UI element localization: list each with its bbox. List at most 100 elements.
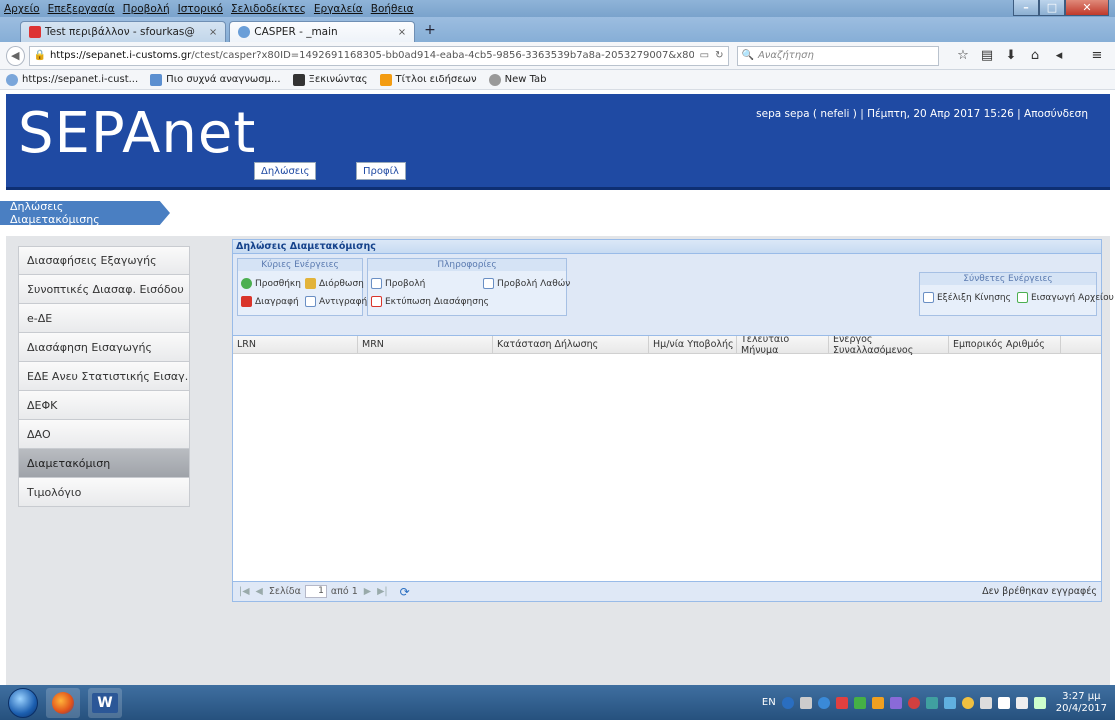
sidebar-item-invoice[interactable]: Τιμολόγιο: [18, 478, 190, 507]
add-icon: [241, 278, 252, 289]
menu-edit[interactable]: Επεξεργασία: [48, 3, 115, 15]
menu-bookmarks[interactable]: Σελιδοδείκτες: [231, 3, 306, 15]
download-icon[interactable]: ⬇: [999, 48, 1023, 63]
column-header-active-trader[interactable]: Ενεργός Συναλλασόμενος: [829, 334, 949, 356]
clock[interactable]: 3:27 μμ 20/4/2017: [1056, 691, 1107, 715]
view-button[interactable]: Προβολή: [371, 278, 425, 289]
breadcrumb[interactable]: Δηλώσεις Διαμετακόμισης: [0, 201, 170, 225]
sidebar-item-defk[interactable]: ΔΕΦΚ: [18, 391, 190, 420]
breadcrumb-bar: Δηλώσεις Διαμετακόμισης: [0, 198, 1115, 226]
tray-app-icon[interactable]: [961, 696, 974, 709]
column-header-commercial-number[interactable]: Εμπορικός Αριθμός: [949, 336, 1061, 353]
copy-button[interactable]: Αντιγραφή: [305, 296, 367, 307]
menu-tools[interactable]: Εργαλεία: [314, 3, 363, 15]
browser-menubar: Αρχείο Επεξεργασία Προβολή Ιστορικό Σελι…: [0, 0, 1115, 17]
refresh-icon[interactable]: ⟳: [400, 585, 410, 599]
language-indicator[interactable]: EN: [762, 697, 776, 708]
firefox-taskbar-button[interactable]: [46, 687, 80, 718]
sidebar-item-e-de[interactable]: e-ΔΕ: [18, 304, 190, 333]
delete-button[interactable]: Διαγραφή: [241, 296, 299, 307]
nav-profile-button[interactable]: Προφίλ: [356, 162, 406, 180]
tray-app-icon[interactable]: [889, 696, 902, 709]
star-icon[interactable]: ☆: [951, 48, 975, 63]
sidebar-item-transit[interactable]: Διαμετακόμιση: [18, 449, 190, 478]
prev-page-icon[interactable]: ◀: [256, 586, 263, 597]
tray-app-icon[interactable]: [835, 696, 848, 709]
tray-app-icon[interactable]: [817, 696, 830, 709]
reader-icon[interactable]: ▭: [700, 50, 709, 61]
bookmarks-list-icon[interactable]: ▤: [975, 48, 999, 63]
tray-app-icon[interactable]: [871, 696, 884, 709]
sidebar-item-export-declarations[interactable]: Διασαφήσεις Εξαγωγής: [18, 246, 190, 275]
web-page: SEPAnet Δηλώσεις Προφίλ sepa sepa ( nefe…: [0, 90, 1115, 685]
column-header-submission-date[interactable]: Ημ/νία Υποβολής: [649, 336, 737, 353]
search-input[interactable]: 🔍 Αναζήτηση: [736, 45, 939, 66]
new-tab-button[interactable]: +: [424, 22, 436, 38]
first-page-icon[interactable]: |◀: [239, 586, 250, 597]
flag-icon[interactable]: [979, 696, 992, 709]
url-bar[interactable]: 🔒 https://sepanet.i-customs.gr/ctest/cas…: [28, 45, 729, 66]
menu-help[interactable]: Βοήθεια: [371, 3, 414, 15]
bookmark-getting-started[interactable]: Ξεκινώντας: [292, 73, 368, 86]
nav-declarations-button[interactable]: Δηλώσεις: [254, 162, 317, 180]
column-header-status[interactable]: Κατάσταση Δήλωσης: [493, 336, 649, 353]
start-button[interactable]: [8, 687, 38, 718]
bookmark-news-headlines[interactable]: Τίτλοι ειδήσεων: [379, 73, 477, 86]
menu-file[interactable]: Αρχείο: [4, 3, 40, 15]
page-of-label: από 1: [330, 586, 358, 597]
browser-tab-casper[interactable]: CASPER - _main ×: [229, 21, 416, 42]
lock-icon: 🔒: [33, 50, 46, 61]
tray-app-icon[interactable]: [799, 696, 812, 709]
last-page-icon[interactable]: ▶|: [377, 586, 388, 597]
tray-app-icon[interactable]: [925, 696, 938, 709]
add-button[interactable]: Προσθήκη: [241, 278, 301, 289]
word-taskbar-button[interactable]: W: [88, 687, 122, 718]
print-declaration-button[interactable]: Εκτύπωση Διασάφησης: [371, 296, 489, 307]
next-page-icon[interactable]: ▶: [364, 586, 371, 597]
tray-app-icon[interactable]: [907, 696, 920, 709]
close-window-button[interactable]: ✕: [1065, 0, 1109, 16]
tab-close-icon[interactable]: ×: [398, 27, 406, 38]
share-icon[interactable]: ◂: [1047, 48, 1071, 63]
tab-close-icon[interactable]: ×: [209, 27, 217, 38]
bookmark-sepanet[interactable]: https://sepanet.i-cust...: [6, 73, 138, 86]
menu-view[interactable]: Προβολή: [123, 3, 170, 15]
menu-history[interactable]: Ιστορικό: [178, 3, 223, 15]
firefox-m-icon: [292, 73, 305, 86]
edit-button[interactable]: Διόρθωση: [305, 278, 364, 289]
page-number-input[interactable]: 1: [304, 585, 327, 598]
network-icon[interactable]: [997, 696, 1010, 709]
column-header-lrn[interactable]: LRN: [233, 336, 358, 353]
sidebar-item-import-declaration[interactable]: Διασάφηση Εισαγωγής: [18, 333, 190, 362]
column-header-last-message[interactable]: Τελευταίο Μήνυμα: [737, 334, 829, 356]
view-errors-button[interactable]: Προβολή Λαθών: [483, 278, 570, 289]
volume-icon[interactable]: [1015, 696, 1028, 709]
battery-icon[interactable]: [1033, 696, 1046, 709]
sidebar-item-entry-summary[interactable]: Συνοπτικές Διασαφ. Εισόδου: [18, 275, 190, 304]
bookmark-new-tab[interactable]: New Tab: [488, 73, 547, 86]
menu-icon[interactable]: ≡: [1085, 48, 1109, 63]
bookmark-most-visited[interactable]: Πιο συχνά αναγνωσμ...: [150, 73, 281, 86]
back-button[interactable]: ◀: [6, 45, 25, 66]
movement-progress-button[interactable]: Εξέλιξη Κίνησης: [923, 292, 1011, 303]
tray-app-icon[interactable]: [853, 696, 866, 709]
minimize-button[interactable]: –: [1013, 0, 1039, 16]
bookmarks-bar: https://sepanet.i-cust... Πιο συχνά αναγ…: [0, 70, 1115, 90]
clock-date: 20/4/2017: [1055, 702, 1107, 714]
import-file-button[interactable]: Εισαγωγή Αρχείου: [1017, 292, 1114, 303]
user-info: sepa sepa ( nefeli ) | Πέμπτη, 20 Απρ 20…: [756, 108, 1088, 120]
reload-icon[interactable]: ↻: [715, 50, 723, 61]
document-icon: [923, 292, 934, 303]
sidebar-item-ede-no-statistics[interactable]: ΕΔΕ Ανευ Στατιστικής Εισαγ.: [18, 362, 190, 391]
sidebar-item-dao[interactable]: ΔΑΟ: [18, 420, 190, 449]
tray-app-icon[interactable]: [943, 696, 956, 709]
home-icon[interactable]: ⌂: [1023, 48, 1047, 63]
maximize-button[interactable]: □: [1039, 0, 1065, 16]
column-header-mrn[interactable]: MRN: [358, 336, 493, 353]
copy-icon: [305, 296, 316, 307]
system-tray: EN 3:27 μμ 20/4/2017: [762, 685, 1107, 720]
window-controls: – □ ✕: [1013, 0, 1109, 16]
help-icon[interactable]: [781, 696, 794, 709]
browser-tab-gmail[interactable]: Test περιβάλλον - sfourkas@ ×: [20, 21, 227, 42]
nav-icons: ☆ ▤ ⬇ ⌂ ◂ ≡: [951, 48, 1109, 63]
